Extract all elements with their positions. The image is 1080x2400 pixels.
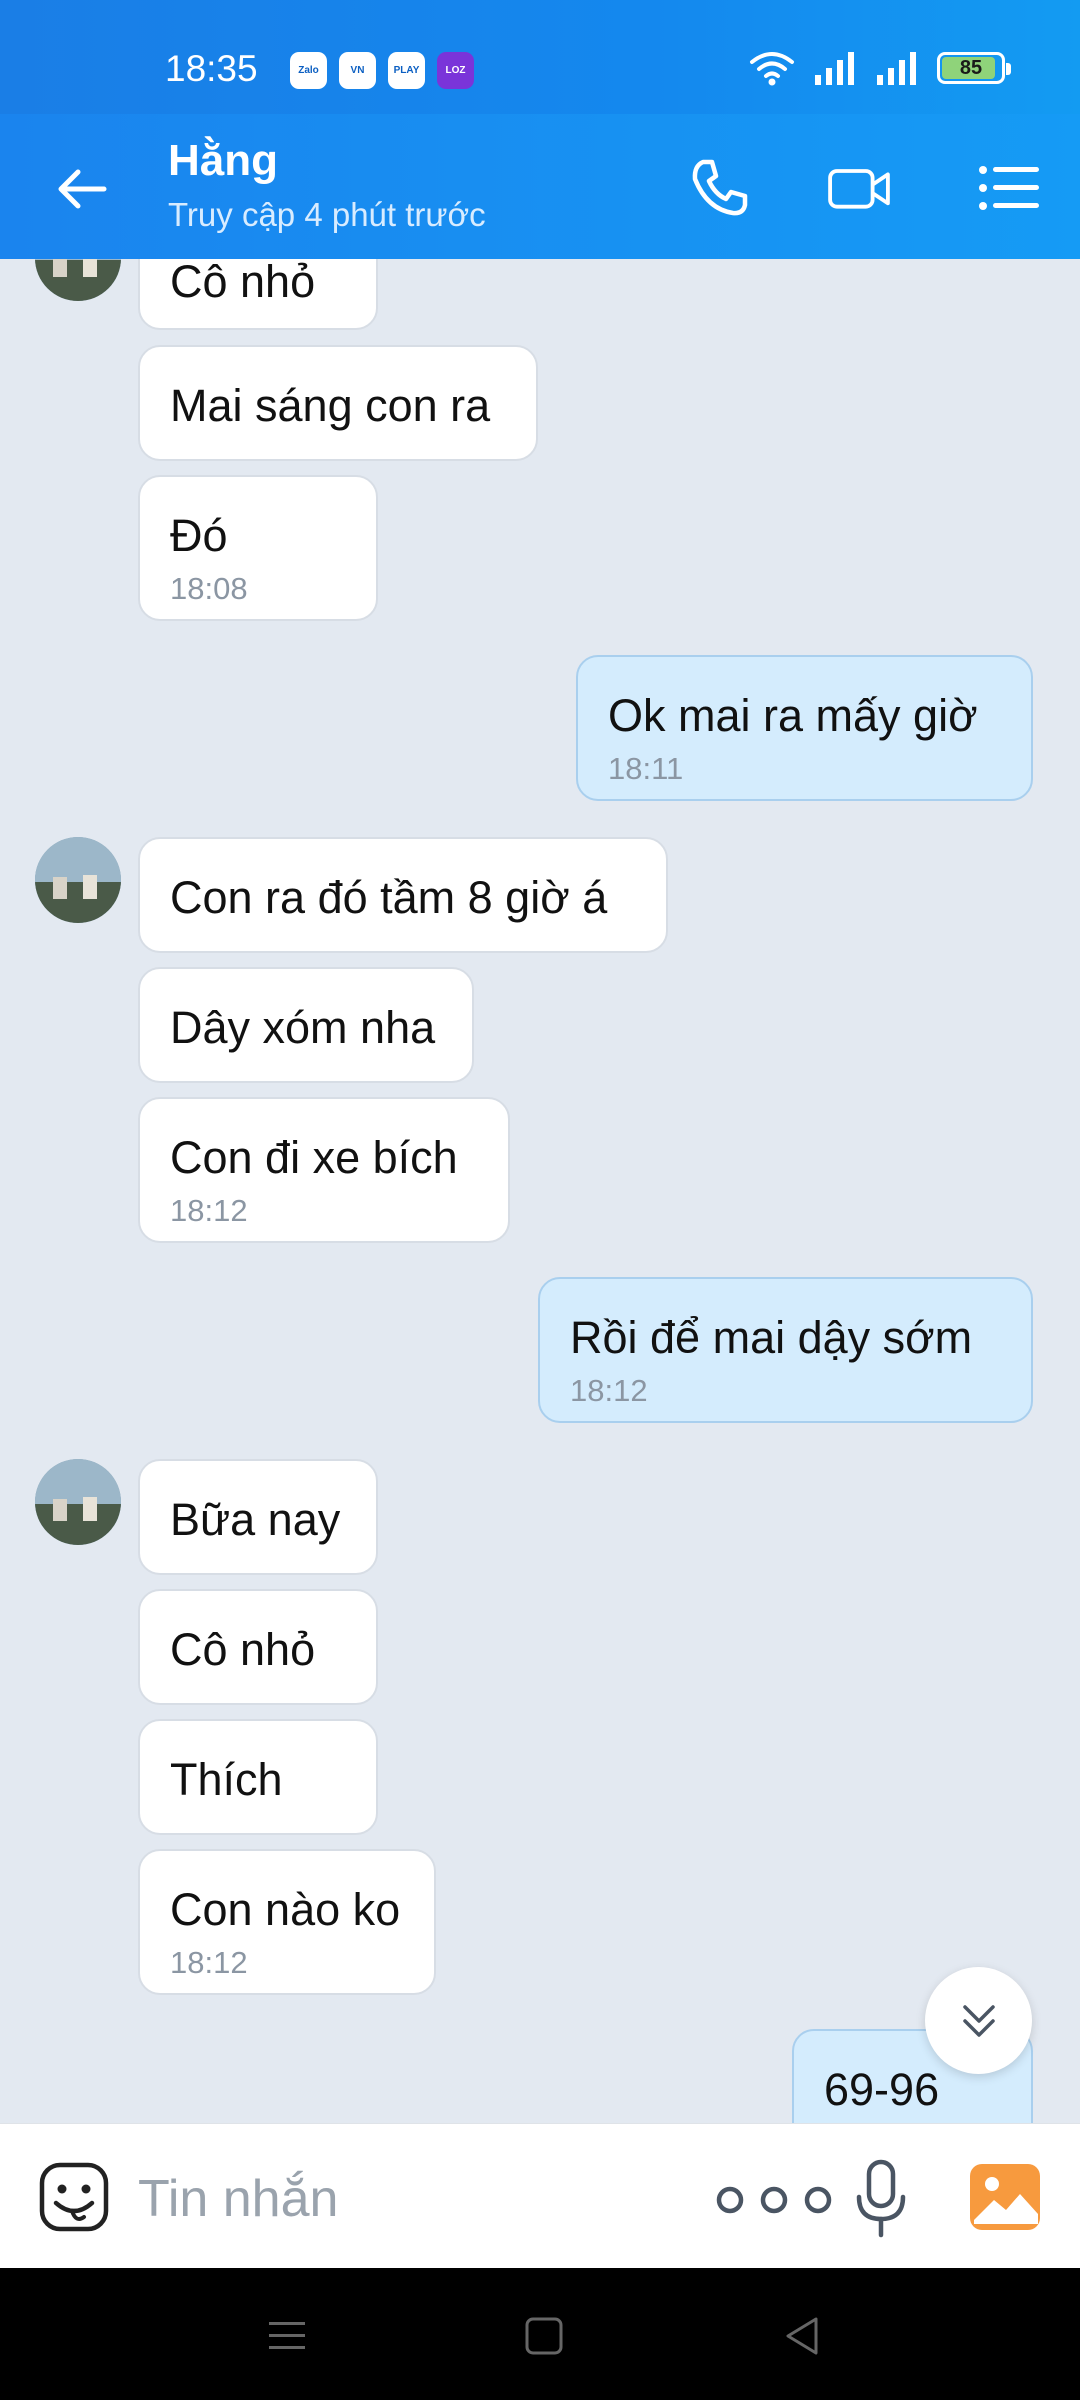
- message-time: 18:12: [170, 1193, 248, 1228]
- battery-icon: 85: [937, 52, 1011, 84]
- message-time: 18:08: [170, 571, 248, 606]
- contact-avatar[interactable]: [35, 259, 121, 301]
- zalo-notification-icon: Zalo: [290, 52, 327, 89]
- message-time: 18:12: [170, 1945, 248, 1980]
- message-input[interactable]: [138, 2164, 658, 2234]
- sticker-face-icon[interactable]: [38, 2161, 110, 2233]
- app-screen: 18:35 Zalo VN PLAY LOZ 85 Hằng Truy cập …: [0, 0, 1080, 2400]
- double-chevron-down-icon: [962, 2004, 995, 2037]
- contact-avatar[interactable]: [35, 837, 121, 923]
- chat-header: Hằng Truy cập 4 phút trước: [0, 114, 1080, 259]
- incoming-message[interactable]: Con đi xe bích 18:12: [138, 1097, 510, 1243]
- contact-last-seen: Truy cập 4 phút trước: [168, 196, 486, 233]
- signal-icon: [815, 52, 854, 85]
- phone-icon[interactable]: [685, 154, 753, 222]
- incoming-message[interactable]: Cô nhỏ: [138, 1589, 378, 1705]
- incoming-message[interactable]: Dây xóm nha: [138, 967, 474, 1083]
- status-indicators: 85: [749, 50, 1011, 86]
- menu-list-icon[interactable]: [975, 154, 1043, 222]
- message-text: Ok mai ra mấy giờ: [608, 690, 978, 741]
- contact-name[interactable]: Hằng: [168, 136, 278, 186]
- signal-2-icon: [877, 52, 916, 85]
- message-text: Mai sáng con ra: [170, 380, 491, 431]
- wifi-icon: [750, 52, 794, 86]
- back-triangle-icon[interactable]: [780, 2314, 824, 2358]
- incoming-message[interactable]: Bữa nay: [138, 1459, 378, 1575]
- message-time: 18:12: [570, 1373, 648, 1408]
- outgoing-message[interactable]: Ok mai ra mấy giờ 18:11: [576, 655, 1033, 801]
- message-text: Con ra đó tầm 8 giờ á: [170, 872, 608, 923]
- message-text: Bữa nay: [170, 1494, 341, 1545]
- incoming-message[interactable]: Con nào ko 18:12: [138, 1849, 436, 1995]
- image-icon[interactable]: [968, 2162, 1042, 2232]
- message-time: 18:11: [608, 751, 684, 786]
- battery-level: 85: [959, 56, 983, 79]
- message-text: Dây xóm nha: [170, 1002, 436, 1053]
- incoming-message[interactable]: Con ra đó tầm 8 giờ á: [138, 837, 668, 953]
- message-text: 69-96: [824, 2064, 940, 2115]
- notification-icons: Zalo VN PLAY LOZ: [290, 52, 474, 89]
- message-text: Cô nhỏ: [170, 1624, 316, 1675]
- home-icon[interactable]: [522, 2314, 566, 2358]
- contact-avatar[interactable]: [35, 1459, 121, 1545]
- message-text: Thích: [170, 1754, 283, 1805]
- microphone-icon[interactable]: [853, 2159, 909, 2239]
- loz-notification-icon: LOZ: [437, 52, 474, 89]
- play-together-notification-icon: PLAY: [388, 52, 425, 89]
- message-text: Đó: [170, 510, 228, 561]
- message-text: Cô nhỏ: [170, 259, 316, 307]
- vn-app-notification-icon: VN: [339, 52, 376, 89]
- message-text: Con đi xe bích: [170, 1132, 458, 1183]
- incoming-message[interactable]: Đó 18:08: [138, 475, 378, 621]
- recent-apps-icon[interactable]: [265, 2314, 309, 2358]
- back-arrow-icon[interactable]: [52, 159, 112, 219]
- video-camera-icon[interactable]: [825, 154, 893, 222]
- incoming-message[interactable]: Thích: [138, 1719, 378, 1835]
- more-dots-icon[interactable]: [712, 2182, 836, 2218]
- status-bar: 18:35 Zalo VN PLAY LOZ 85: [0, 0, 1080, 114]
- message-text: Con nào ko: [170, 1884, 401, 1935]
- outgoing-message[interactable]: Rồi để mai dậy sớm 18:12: [538, 1277, 1033, 1423]
- incoming-message[interactable]: Mai sáng con ra: [138, 345, 538, 461]
- system-navigation-bar: [0, 2268, 1080, 2400]
- message-text: Rồi để mai dậy sớm: [570, 1312, 973, 1363]
- message-list[interactable]: Cô nhỏ Mai sáng con ra Đó 18:08 Ok mai r…: [0, 259, 1080, 2123]
- scroll-to-bottom-button[interactable]: [925, 1967, 1032, 2074]
- message-composer: [0, 2123, 1080, 2268]
- status-time: 18:35: [165, 48, 258, 89]
- incoming-message[interactable]: Cô nhỏ: [138, 259, 378, 330]
